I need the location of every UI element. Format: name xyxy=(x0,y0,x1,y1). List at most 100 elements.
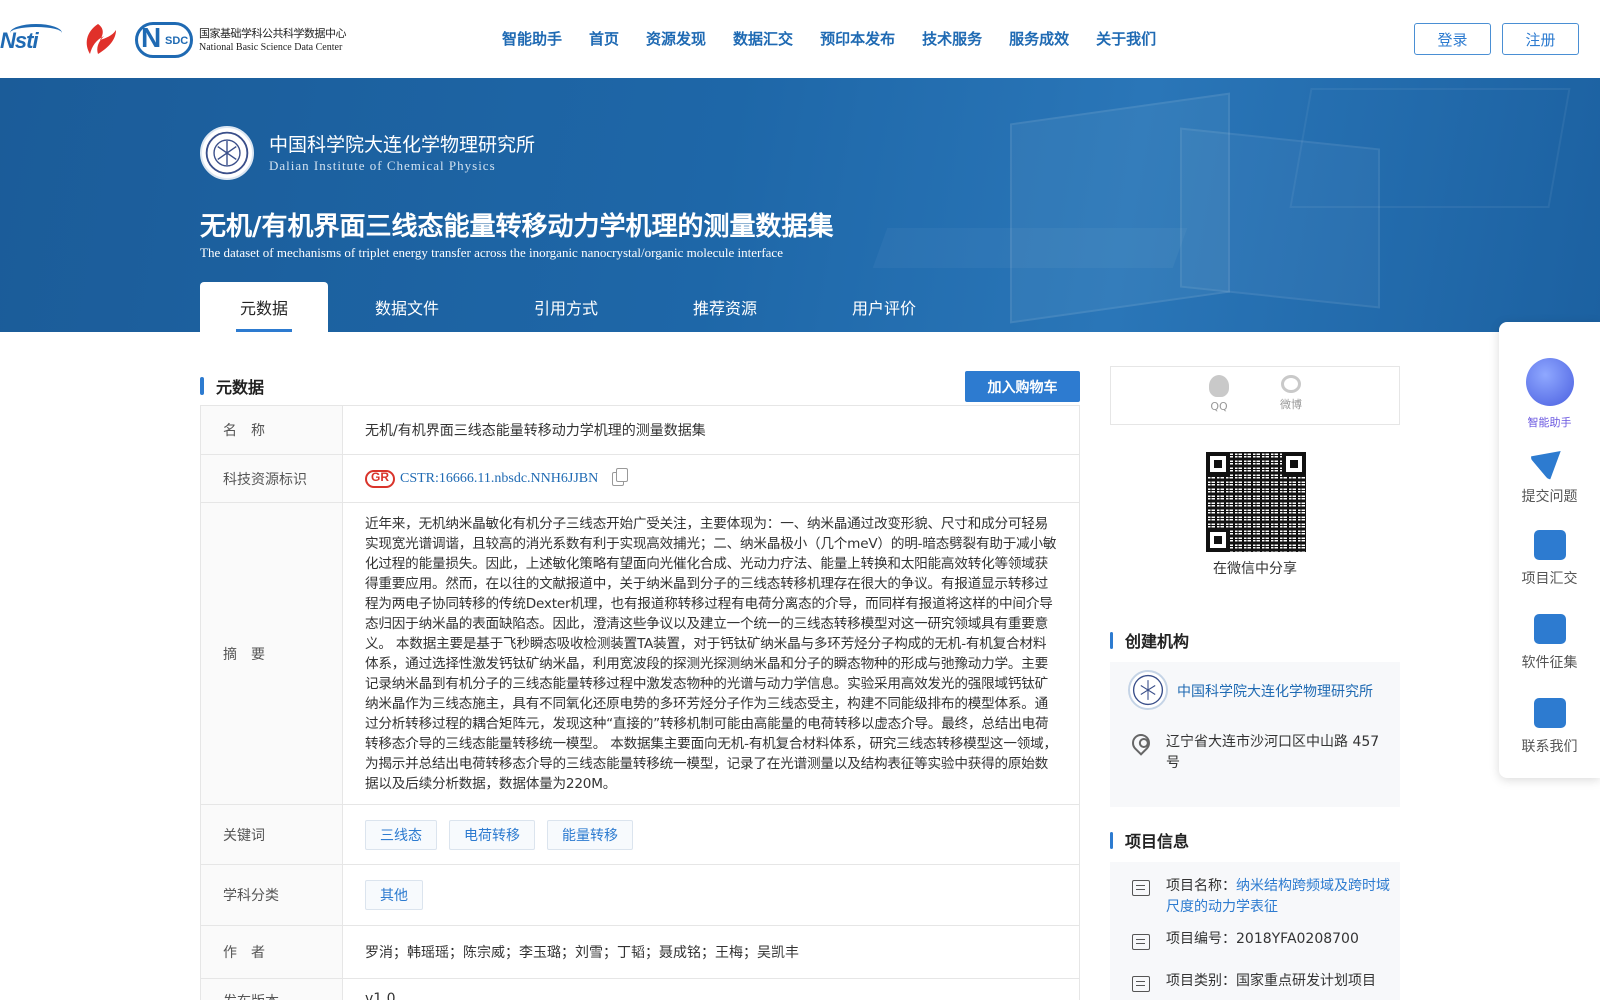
paper-plane-icon xyxy=(1528,438,1571,482)
float-contact-label: 联系我们 xyxy=(1521,739,1578,755)
project-type-icon xyxy=(1132,976,1150,992)
project-code-label: 项目编号： xyxy=(1166,931,1236,947)
share-weibo-button[interactable]: 微博 xyxy=(1271,375,1311,412)
name-label: 名 称 xyxy=(201,406,343,454)
org-section-header: 创建机构 xyxy=(1110,628,1189,652)
version-value: v1.0 xyxy=(365,991,396,1000)
float-software-call[interactable]: 软件征集 xyxy=(1499,614,1600,672)
dataset-banner: 中国科学院大连化学物理研究所 Dalian Institute of Chemi… xyxy=(0,78,1600,332)
keyword-tag[interactable]: 电荷转移 xyxy=(449,819,535,850)
qr-caption: 在微信中分享 xyxy=(1213,561,1297,577)
project-type-value: 国家重点研发计划项目 xyxy=(1236,973,1376,989)
project-type: 项目类别：国家重点研发计划项目 xyxy=(1166,971,1392,992)
institution-logo xyxy=(200,126,254,180)
org-name-link[interactable]: 中国科学院大连化学物理研究所 xyxy=(1177,681,1373,701)
nav-about-us[interactable]: 关于我们 xyxy=(1096,28,1156,49)
project-name-label: 项目名称： xyxy=(1166,878,1236,894)
robot-icon xyxy=(1525,358,1574,406)
metadata-section-title: 元数据 xyxy=(216,378,265,397)
metadata-section-header: 元数据 xyxy=(200,374,264,398)
copy-icon[interactable] xyxy=(612,467,629,486)
org-panel: 中国科学院大连化学物理研究所 辽宁省大连市沙河口区中山路 457号 xyxy=(1110,662,1400,807)
qq-icon xyxy=(1209,375,1229,397)
float-submit-question[interactable]: 提交问题 xyxy=(1499,438,1600,506)
authors-value: 罗消；韩瑶瑶；陈宗威；李玉璐；刘雪；丁韬；聂成铭；王梅；吴凯丰 xyxy=(365,945,799,961)
version-label: 发布版本 xyxy=(201,979,343,1000)
wechat-qr-code xyxy=(1206,452,1306,552)
nsdc-logo[interactable]: N SDC 国家基础学科公共科学数据中心 National Basic Scie… xyxy=(135,20,350,60)
identifier-label: 科技资源标识 xyxy=(201,455,343,502)
cstr-link[interactable]: CSTR:16666.11.nbsdc.NNH6JJBN xyxy=(400,471,598,487)
name-value: 无机/有机界面三线态能量转移动力学机理的测量数据集 xyxy=(365,423,706,439)
org-logo xyxy=(1128,670,1168,710)
project-section-header: 项目信息 xyxy=(1110,828,1189,852)
cstr-icon xyxy=(365,469,395,488)
org-section-title: 创建机构 xyxy=(1125,632,1190,651)
project-type-label: 项目类别： xyxy=(1166,973,1236,989)
project-code: 项目编号：2018YFA0208700 xyxy=(1166,929,1392,950)
share-qq-button[interactable]: QQ xyxy=(1199,375,1239,413)
banner-decoration xyxy=(1289,88,1571,208)
metadata-row-name: 名 称 无机/有机界面三线态能量转移动力学机理的测量数据集 xyxy=(201,406,1079,455)
nav-tech-service[interactable]: 技术服务 xyxy=(922,28,982,49)
add-to-cart-button[interactable]: 加入购物车 xyxy=(965,371,1080,402)
project-panel: 项目名称：纳米结构跨频域及跨时域尺度的动力学表征 项目编号：2018YFA020… xyxy=(1110,862,1400,1000)
nav-data-submission[interactable]: 数据汇交 xyxy=(733,28,793,49)
abstract-label: 摘 要 xyxy=(201,503,343,804)
nav-service-results[interactable]: 服务成效 xyxy=(1009,28,1069,49)
qr-finder xyxy=(1206,528,1230,552)
nav-ai-assistant[interactable]: 智能助手 xyxy=(502,28,562,49)
section-accent-bar xyxy=(1110,831,1113,849)
nav-resource-discovery[interactable]: 资源发现 xyxy=(646,28,706,49)
location-pin-icon xyxy=(1128,730,1154,756)
red-swirl-logo[interactable] xyxy=(82,22,120,56)
code-icon xyxy=(1533,614,1566,644)
project-section-title: 项目信息 xyxy=(1125,832,1190,851)
tab-recommended[interactable]: 推荐资源 xyxy=(646,282,804,332)
tab-citation[interactable]: 引用方式 xyxy=(486,282,646,332)
keyword-tag[interactable]: 能量转移 xyxy=(547,819,633,850)
float-ai-label: 智能助手 xyxy=(1527,416,1572,429)
subject-tag[interactable]: 其他 xyxy=(365,880,423,910)
nav-home[interactable]: 首页 xyxy=(589,28,619,49)
metadata-table: 名 称 无机/有机界面三线态能量转移动力学机理的测量数据集 科技资源标识 CST… xyxy=(200,405,1080,1000)
main-nav: 智能助手 首页 资源发现 数据汇交 预印本发布 技术服务 服务成效 关于我们 xyxy=(502,28,1183,49)
float-software-label: 软件征集 xyxy=(1521,655,1578,671)
top-navigation-bar: Nsti N SDC 国家基础学科公共科学数据中心 National Basic… xyxy=(0,0,1600,78)
tab-data-files[interactable]: 数据文件 xyxy=(328,282,486,332)
institution-name-cn[interactable]: 中国科学院大连化学物理研究所 xyxy=(269,130,535,157)
metadata-row-abstract: 摘 要 近年来，无机纳米晶敏化有机分子三线态开始广受关注，主要体现为：一、纳米晶… xyxy=(201,503,1079,805)
identifier-value: CSTR:16666.11.nbsdc.NNH6JJBN xyxy=(343,455,1079,502)
float-submit-label: 提交问题 xyxy=(1521,489,1578,505)
nsdc-logo-n: N xyxy=(141,22,162,53)
dataset-tabs: 元数据 数据文件 引用方式 推荐资源 用户评价 xyxy=(200,282,964,332)
chat-bubble-icon xyxy=(1533,698,1566,728)
keyword-tag[interactable]: 三线态 xyxy=(365,819,437,850)
project-name-icon xyxy=(1132,880,1150,896)
nsti-logo[interactable]: Nsti xyxy=(0,22,66,56)
metadata-row-version: 发布版本 v1.0 xyxy=(201,979,1079,1000)
keywords-value: 三线态 电荷转移 能量转移 xyxy=(343,805,1079,864)
abstract-value: 近年来，无机纳米晶敏化有机分子三线态开始广受关注，主要体现为：一、纳米晶通过改变… xyxy=(365,515,1057,792)
nsti-logo-text: Nsti xyxy=(0,28,39,53)
subject-label: 学科分类 xyxy=(201,865,343,925)
institution-name-en: Dalian Institute of Chemical Physics xyxy=(269,158,496,173)
register-button[interactable]: 注册 xyxy=(1502,23,1579,55)
tab-metadata[interactable]: 元数据 xyxy=(200,282,328,332)
tab-user-reviews[interactable]: 用户评价 xyxy=(804,282,964,332)
login-button[interactable]: 登录 xyxy=(1414,23,1491,55)
section-accent-bar xyxy=(200,377,204,395)
keywords-label: 关键词 xyxy=(201,805,343,864)
dataset-subtitle: The dataset of mechanisms of triplet ene… xyxy=(200,245,783,260)
qr-finder xyxy=(1282,452,1306,476)
float-project-label: 项目汇交 xyxy=(1521,571,1578,587)
nav-preprint[interactable]: 预印本发布 xyxy=(820,28,895,49)
authors-label: 作 者 xyxy=(201,926,343,978)
metadata-row-subject: 学科分类 其他 xyxy=(201,865,1079,926)
float-contact-us[interactable]: 联系我们 xyxy=(1499,698,1600,756)
float-ai-assistant[interactable]: 智能助手 xyxy=(1499,358,1600,430)
metadata-row-identifier: 科技资源标识 CSTR:16666.11.nbsdc.NNH6JJBN xyxy=(201,455,1079,503)
float-project-submission[interactable]: 项目汇交 xyxy=(1499,530,1600,588)
nsdc-logo-cn: 国家基础学科公共科学数据中心 xyxy=(199,27,347,40)
share-box: QQ 微博 xyxy=(1110,366,1400,425)
